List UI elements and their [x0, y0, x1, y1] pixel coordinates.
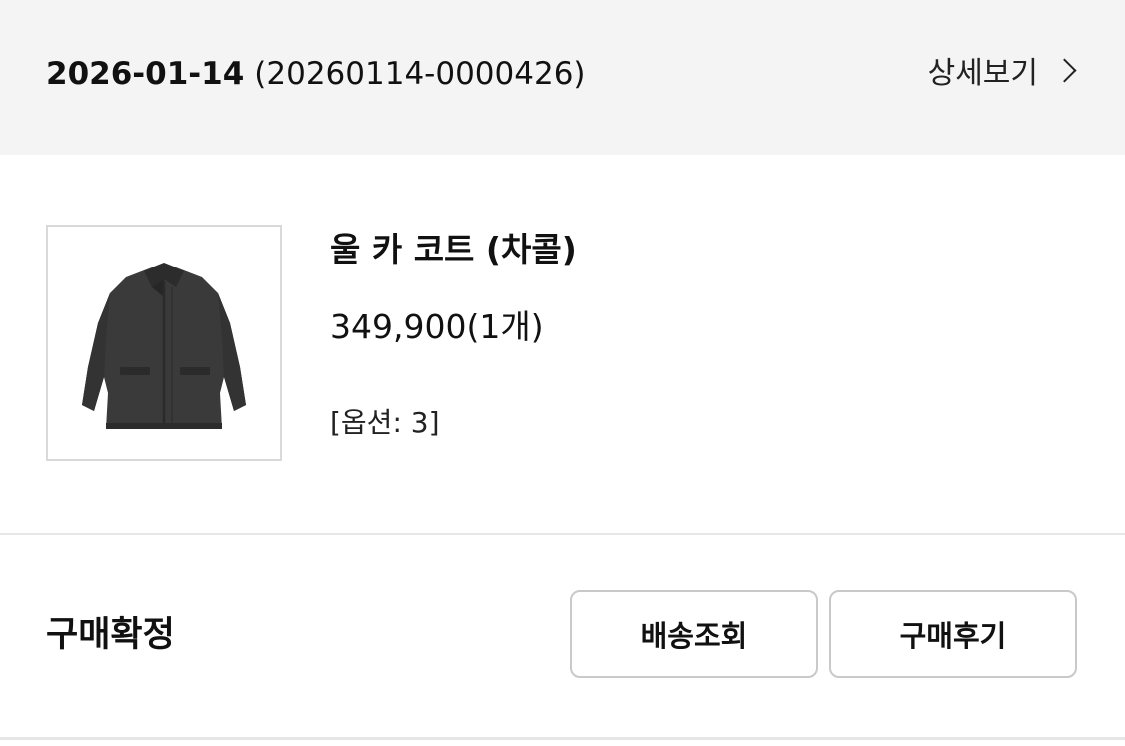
order-status: 구매확정 [46, 615, 175, 655]
product-price: 349,900(1개) [330, 307, 544, 346]
order-date-line: 2026-01-14 (20260114-0000426) [46, 52, 586, 96]
order-header: 2026-01-14 (20260114-0000426) 상세보기 [0, 0, 1125, 155]
order-date: 2026-01-14 [46, 56, 245, 92]
purchase-review-button[interactable]: 구매후기 [829, 590, 1077, 678]
product-name[interactable]: 울 카 코트 (차콜) [330, 228, 577, 272]
order-detail-label: 상세보기 [927, 56, 1038, 91]
delivery-tracking-button[interactable]: 배송조회 [570, 590, 818, 678]
coat-icon [82, 263, 246, 429]
chevron-right-icon [1052, 57, 1077, 83]
product-thumbnail[interactable] [46, 225, 282, 461]
order-number: (20260114-0000426) [254, 56, 586, 92]
order-detail-link[interactable]: 상세보기 [928, 48, 1079, 92]
bottom-divider [0, 737, 1125, 740]
product-section: 울 카 코트 (차콜) 349,900(1개) [옵션: 3] [0, 155, 1125, 533]
product-option: [옵션: 3] [330, 406, 440, 439]
order-status-section: 구매확정 배송조회 구매후기 [0, 535, 1125, 737]
